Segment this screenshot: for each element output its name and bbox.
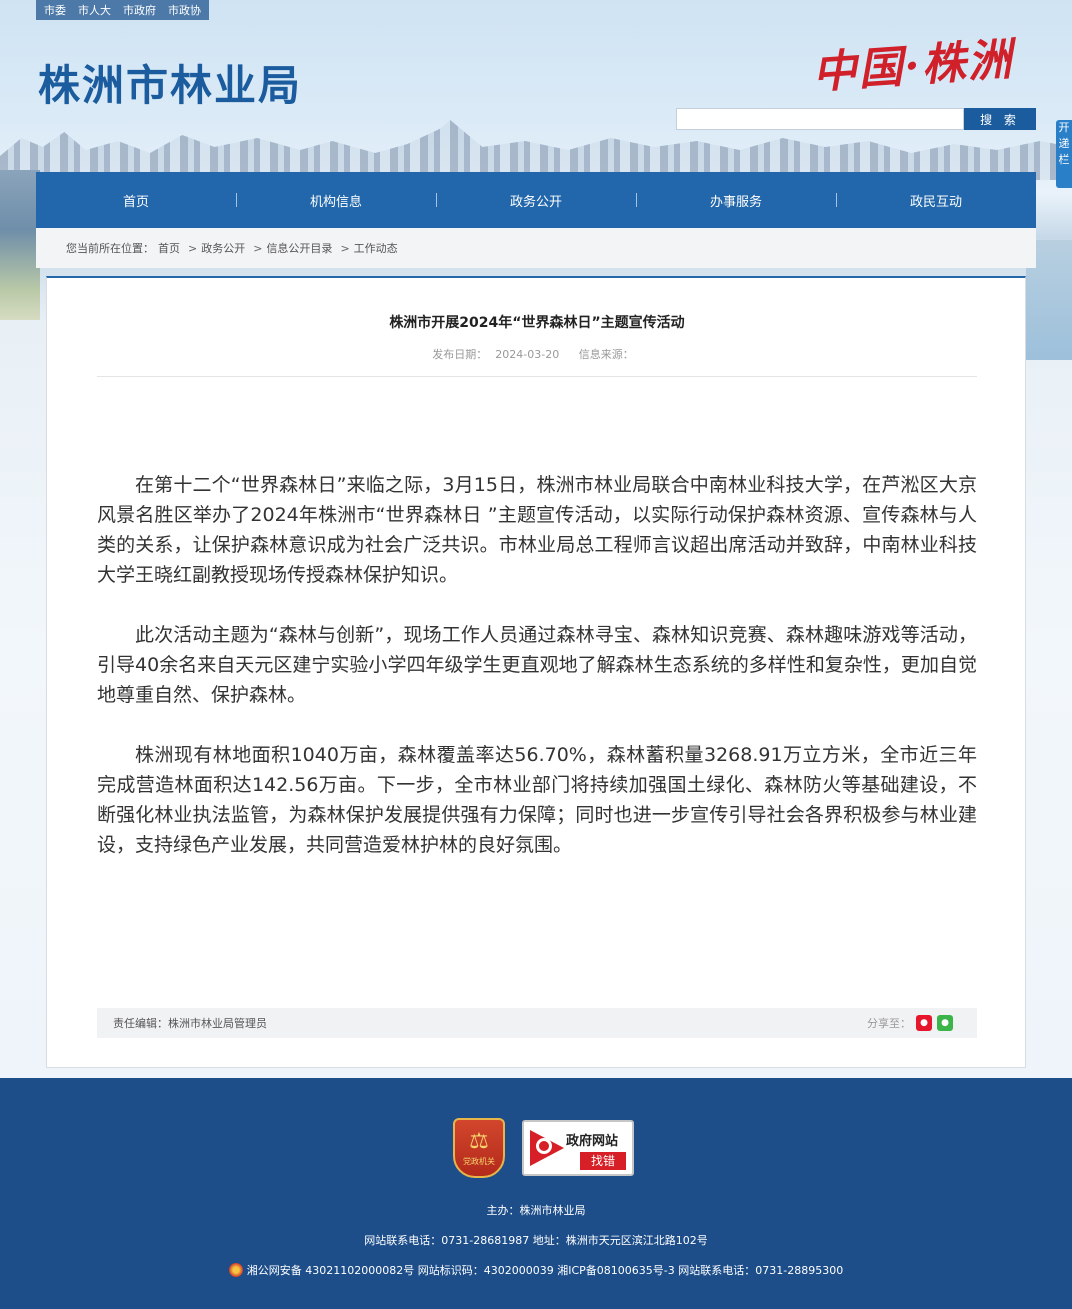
breadcrumb-sep: > [340, 241, 350, 255]
article-footer-bar: 责任编辑： 株洲市林业局管理员 分享至： ● ● [97, 1008, 977, 1038]
site-footer: ⚖ 党政机关 政府网站 找错 主办：株洲市林业局 网站联系电话：0731-286… [0, 1078, 1072, 1309]
share-label: 分享至： [867, 1017, 911, 1030]
footer-record-line: 湘公网安备 43021102000082号 网站标识码：4302000039 湘… [0, 1262, 1072, 1278]
party-gov-badge[interactable]: ⚖ 党政机关 [453, 1118, 505, 1178]
nav-services[interactable]: 办事服务 [636, 191, 836, 210]
top-link-cppcc[interactable]: 市政协 [168, 2, 201, 18]
editor-name: 株洲市林业局管理员 [168, 1017, 267, 1030]
weibo-icon[interactable]: ● [916, 1015, 932, 1031]
nav-home[interactable]: 首页 [36, 191, 236, 210]
police-badge-icon [228, 1263, 243, 1277]
nav-organization[interactable]: 机构信息 [236, 191, 436, 210]
editor-label: 责任编辑： [113, 1017, 168, 1030]
site-title[interactable]: 株洲市林业局 [38, 52, 302, 113]
article-panel: 株洲市开展2024年“世界森林日”主题宣传活动 发布日期： 2024-03-20 … [46, 276, 1026, 1068]
badge-text: 党政机关 [463, 1156, 495, 1166]
left-scenery [0, 170, 40, 320]
share-group: 分享至： ● ● [867, 1008, 953, 1038]
title-divider [97, 376, 977, 377]
magnifier-icon [536, 1138, 552, 1154]
top-link-party[interactable]: 市委 [44, 2, 66, 18]
breadcrumb: 您当前所在位置： 首页 > 政务公开 > 信息公开目录 > 工作动态 [36, 228, 1036, 268]
article-content: 在第十二个“世界森林日”来临之际，3月15日，株洲市林业局联合中南林业科技大学，… [97, 470, 977, 890]
breadcrumb-home[interactable]: 首页 [158, 240, 180, 256]
search-input[interactable] [676, 108, 964, 130]
top-links: 市委 市人大 市政府 市政协 [36, 0, 209, 20]
footer-record[interactable]: 湘公网安备 43021102000082号 网站标识码：4302000039 湘… [247, 1264, 843, 1277]
footer-contact: 网站联系电话：0731-28681987 地址：株洲市天元区滨江北路102号 [364, 1234, 708, 1247]
source-label: 信息来源： [578, 348, 634, 361]
error-sub: 找错 [580, 1152, 626, 1170]
paragraph-1: 在第十二个“世界森林日”来临之际，3月15日，株洲市林业局联合中南林业科技大学，… [97, 474, 977, 586]
breadcrumb-sep: > [253, 241, 263, 255]
publish-date: 2024-03-20 [495, 348, 560, 361]
breadcrumb-work-news[interactable]: 工作动态 [354, 240, 398, 256]
nav-interaction[interactable]: 政民互动 [836, 191, 1036, 210]
date-label: 发布日期： [432, 348, 488, 361]
search-button[interactable]: 搜 索 [964, 108, 1036, 130]
paragraph-2: 此次活动主题为“森林与创新”，现场工作人员通过森林寻宝、森林知识竞赛、森林趣味游… [97, 624, 977, 706]
nav-public-affairs[interactable]: 政务公开 [436, 191, 636, 210]
top-link-government[interactable]: 市政府 [123, 2, 156, 18]
article-title: 株洲市开展2024年“世界森林日”主题宣传活动 [389, 315, 685, 331]
gov-site-error-report[interactable]: 政府网站 找错 [522, 1120, 634, 1176]
top-link-congress[interactable]: 市人大 [78, 2, 111, 18]
footer-host: 主办：株洲市林业局 [486, 1204, 586, 1217]
breadcrumb-catalog[interactable]: 信息公开目录 [266, 240, 332, 256]
breadcrumb-sep: > [188, 241, 198, 255]
breadcrumb-label: 您当前所在位置： [66, 242, 154, 255]
wechat-icon[interactable]: ● [937, 1015, 953, 1031]
paragraph-3: 株洲现有林地面积1040万亩，森林覆盖率达56.70%，森林蓄积量3268.91… [97, 744, 977, 856]
article-meta: 发布日期： 2024-03-20 信息来源： [47, 346, 1027, 362]
error-title: 政府网站 [566, 1134, 619, 1149]
main-nav: 首页 机构信息 政务公开 办事服务 政民互动 [36, 172, 1036, 228]
side-float-tab[interactable]: 开递栏 [1056, 120, 1072, 188]
breadcrumb-public-affairs[interactable]: 政务公开 [201, 240, 245, 256]
emblem-icon: ⚖ [469, 1128, 489, 1154]
